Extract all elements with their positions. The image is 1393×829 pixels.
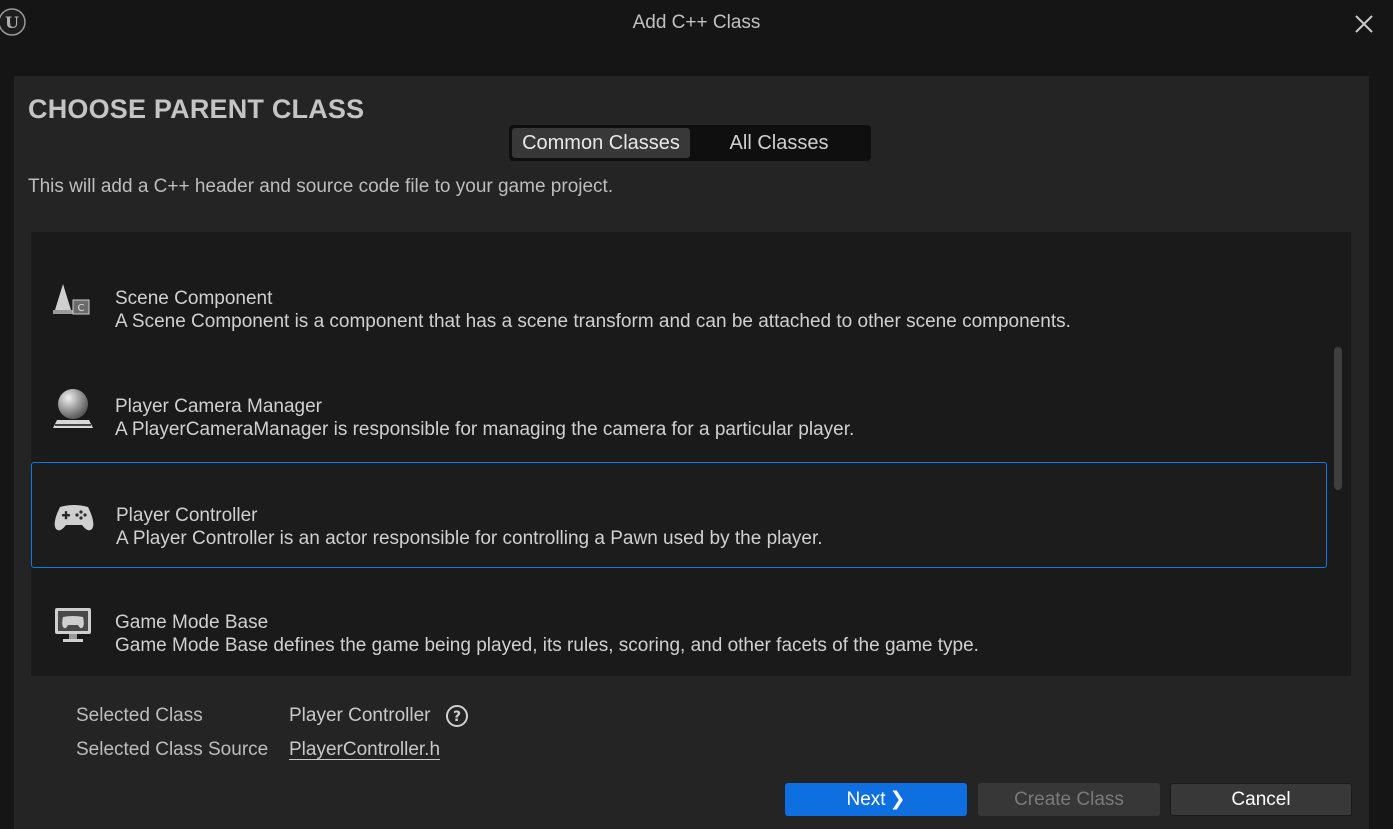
class-description: A Scene Component is a component that ha… — [115, 311, 1071, 332]
title-bar: U Add C++ Class — [0, 0, 1393, 48]
create-class-button[interactable]: Create Class — [978, 783, 1160, 816]
class-name: Game Mode Base — [115, 612, 269, 633]
class-name: Scene Component — [115, 288, 273, 309]
close-icon[interactable] — [1350, 10, 1378, 38]
scene-component-icon: C — [53, 284, 90, 315]
svg-text:C: C — [78, 303, 85, 314]
class-description: Game Mode Base defines the game being pl… — [115, 635, 979, 656]
next-button[interactable]: Next ❯ — [785, 783, 967, 816]
class-item-game-mode-base[interactable]: Game Mode Base Game Mode Base defines th… — [31, 570, 1327, 676]
selected-source-link[interactable]: PlayerController.h — [289, 739, 440, 761]
tab-all-classes[interactable]: All Classes — [690, 128, 868, 158]
class-description: A Player Controller is an actor responsi… — [116, 528, 823, 549]
svg-text:?: ? — [453, 709, 461, 725]
class-item-player-camera-manager[interactable]: Player Camera Manager A PlayerCameraMana… — [31, 354, 1327, 460]
class-item-scene-component[interactable]: C Scene Component A Scene Component is a… — [31, 246, 1327, 352]
next-button-label: Next — [846, 788, 886, 810]
class-list: C Scene Component A Scene Component is a… — [31, 232, 1351, 676]
gamepad-icon — [54, 505, 94, 531]
class-name: Player Controller — [116, 505, 258, 526]
class-description: A PlayerCameraManager is responsible for… — [115, 419, 855, 440]
selected-source-label: Selected Class Source — [76, 739, 269, 760]
dialog-description: This will add a C++ header and source co… — [28, 176, 614, 197]
camera-manager-icon — [53, 389, 93, 428]
game-mode-icon — [55, 608, 91, 642]
cancel-button[interactable]: Cancel — [1170, 783, 1352, 816]
help-icon[interactable]: ? — [445, 704, 469, 728]
tab-common-classes[interactable]: Common Classes — [512, 128, 690, 158]
chevron-right-icon: ❯ — [889, 789, 906, 810]
class-item-player-controller[interactable]: Player Controller A Player Controller is… — [31, 462, 1327, 568]
list-scrollbar[interactable] — [1334, 347, 1342, 490]
selected-class-label: Selected Class — [76, 705, 203, 726]
window-title: Add C++ Class — [632, 12, 761, 33]
page-title: CHOOSE PARENT CLASS — [28, 94, 365, 124]
class-name: Player Camera Manager — [115, 396, 322, 417]
selected-class-value: Player Controller — [289, 705, 431, 726]
dialog-panel: CHOOSE PARENT CLASS Common Classes All C… — [14, 76, 1369, 829]
class-tabs: Common Classes All Classes — [509, 125, 871, 161]
